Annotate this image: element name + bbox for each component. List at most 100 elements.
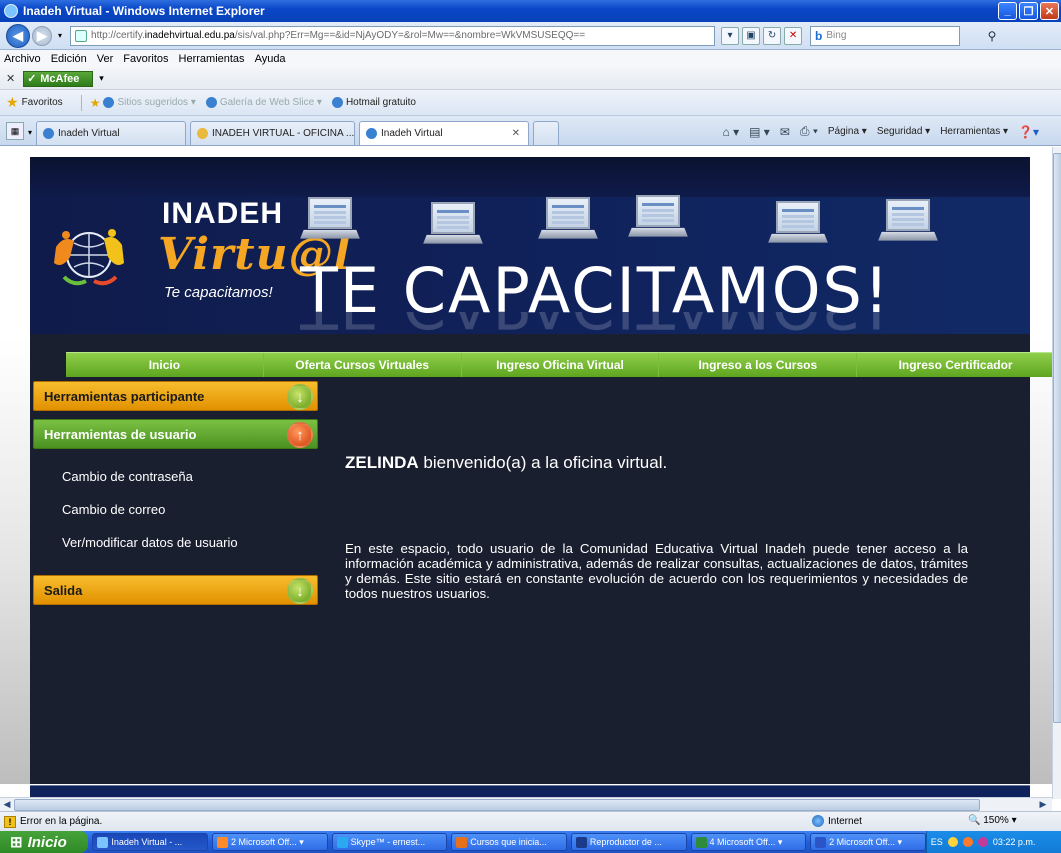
tools-menu[interactable]: Herramientas ▾ xyxy=(940,126,1008,137)
tray-icon[interactable] xyxy=(962,837,973,847)
favorites-button[interactable]: Favoritos xyxy=(22,97,63,108)
horizontal-scrollbar[interactable]: ◀ ▶ xyxy=(0,797,1052,811)
banner-sky xyxy=(30,157,1030,197)
windows-taskbar: ⊞ Inicio Inadeh Virtual - ... 2 Microsof… xyxy=(0,831,1061,853)
vertical-scroll-thumb[interactable] xyxy=(1053,153,1061,723)
tab-label: Inadeh Virtual xyxy=(58,128,120,139)
sidebar-herramientas-participante[interactable]: Herramientas participante ↓ xyxy=(33,381,318,411)
security-zone: Internet xyxy=(812,815,862,827)
nav-ingreso-cursos[interactable]: Ingreso a los Cursos xyxy=(659,353,858,377)
warning-icon[interactable]: ! xyxy=(4,815,16,828)
tab-oficina[interactable]: INADEH VIRTUAL - OFICINA ... xyxy=(190,121,356,145)
stop-icon[interactable]: ✕ xyxy=(784,26,803,45)
nav-inicio[interactable]: Inicio xyxy=(66,353,264,377)
compatibility-icon[interactable]: ▣ xyxy=(742,26,761,45)
menu-ayuda[interactable]: Ayuda xyxy=(255,53,286,65)
language-indicator[interactable]: ES xyxy=(931,837,943,847)
fav-item-webslice[interactable]: Galería de Web Slice ▾ xyxy=(205,97,322,108)
banner-slogan-reflection: TE CAPACITAMOS! xyxy=(300,312,891,334)
tab-list-dropdown-icon[interactable]: ▾ xyxy=(28,128,32,137)
link-cambio-contrasena[interactable]: Cambio de contraseña xyxy=(62,469,193,484)
horizontal-scroll-thumb[interactable] xyxy=(14,799,980,811)
tab-inadeh-virtual-active[interactable]: Inadeh Virtual ✕ xyxy=(359,121,530,145)
link-cambio-correo[interactable]: Cambio de correo xyxy=(62,502,165,517)
refresh-icon[interactable]: ↻ xyxy=(763,26,782,45)
task-label: 2 Microsoft Off... ▾ xyxy=(230,836,304,847)
media-player-icon xyxy=(575,836,587,848)
menu-edicion[interactable]: Edición xyxy=(51,53,87,65)
fav-item-hotmail[interactable]: Hotmail gratuito xyxy=(331,97,416,108)
page-menu[interactable]: Página ▾ xyxy=(828,126,867,137)
taskbar-item-office-1[interactable]: 2 Microsoft Off... ▾ xyxy=(211,833,328,851)
toolbar-close-icon[interactable]: ✕ xyxy=(6,72,15,85)
favorites-bar: ★ Favoritos ★ Sitios sugeridos ▾ Galería… xyxy=(0,90,1061,116)
menu-favoritos[interactable]: Favoritos xyxy=(123,53,168,65)
url-dropdown-icon[interactable]: ▾ xyxy=(721,26,740,45)
window-titlebar: Inadeh Virtual - Windows Internet Explor… xyxy=(0,0,1061,22)
new-tab-button[interactable] xyxy=(533,121,560,145)
taskbar-item-ie[interactable]: Inadeh Virtual - ... xyxy=(92,833,208,851)
nav-oficina-virtual[interactable]: Ingreso Oficina Virtual xyxy=(462,353,660,377)
site-top-nav: Inicio Oferta Cursos Virtuales Ingreso O… xyxy=(66,352,1054,377)
tab-close-icon[interactable]: ✕ xyxy=(512,128,520,139)
zoom-control[interactable]: 🔍 150% ▾ xyxy=(968,815,1017,826)
favorites-separator xyxy=(80,94,82,111)
search-icon[interactable]: ⚲ xyxy=(982,26,1002,46)
mcafee-button[interactable]: McAfee xyxy=(23,70,94,87)
nav-certificador[interactable]: Ingreso Certificador xyxy=(857,353,1054,377)
clock[interactable]: 03:22 p.m. xyxy=(993,837,1036,847)
tray-icon[interactable] xyxy=(977,837,988,847)
forward-button[interactable]: ▶ xyxy=(32,25,52,46)
laptop-image xyxy=(768,201,828,247)
start-button[interactable]: ⊞ Inicio xyxy=(0,831,89,853)
fav-item-sugeridos[interactable]: Sitios sugeridos ▾ xyxy=(103,97,196,108)
back-button[interactable]: ◀ xyxy=(6,23,30,48)
link-datos-usuario[interactable]: Ver/modificar datos de usuario xyxy=(62,535,238,550)
menu-ver[interactable]: Ver xyxy=(97,53,114,65)
user-name: ZELINDA xyxy=(345,453,419,472)
firefox-icon xyxy=(456,836,468,848)
vertical-scrollbar[interactable] xyxy=(1052,147,1061,799)
history-dropdown-icon[interactable]: ▾ xyxy=(58,31,62,40)
laptop-image xyxy=(878,199,938,245)
status-text[interactable]: Error en la página. xyxy=(20,816,102,827)
taskbar-item-skype[interactable]: Skype™ - ernest... xyxy=(331,833,448,851)
scroll-right-icon[interactable]: ▶ xyxy=(1036,798,1050,811)
search-input[interactable]: b Bing xyxy=(810,25,961,46)
tab-inadeh-virtual-1[interactable]: Inadeh Virtual xyxy=(36,121,187,145)
nav-oferta-cursos[interactable]: Oferta Cursos Virtuales xyxy=(264,353,462,377)
task-label: Inadeh Virtual - ... xyxy=(111,837,183,847)
home-icon[interactable]: ⌂ ▾ xyxy=(723,125,740,139)
url-domain: inadehvirtual.edu.pa xyxy=(144,30,235,41)
task-label: Skype™ - ernest... xyxy=(350,837,426,847)
maximize-button[interactable]: ❐ xyxy=(1019,2,1038,20)
page-icon xyxy=(75,29,88,42)
system-tray: ES 03:22 p.m. xyxy=(925,831,1061,853)
welcome-message: ZELINDA bienvenido(a) a la oficina virtu… xyxy=(345,453,667,473)
intro-paragraph: En este espacio, todo usuario de la Comu… xyxy=(345,541,968,601)
mcafee-dropdown-icon[interactable]: ▾ xyxy=(99,73,104,84)
taskbar-item-office-3[interactable]: 2 Microsoft Off... ▾ xyxy=(810,833,926,851)
minimize-button[interactable]: _ xyxy=(998,2,1017,20)
sidebar-salida[interactable]: Salida ↓ xyxy=(33,575,318,605)
menu-archivo[interactable]: Archivo xyxy=(4,53,41,65)
taskbar-item-firefox[interactable]: Cursos que inicia... xyxy=(451,833,567,851)
print-icon[interactable]: ⎙ ▾ xyxy=(800,124,818,139)
sidebar-herramientas-usuario[interactable]: Herramientas de usuario ↑ xyxy=(33,419,318,449)
scroll-left-icon[interactable]: ◀ xyxy=(0,798,14,811)
tray-icon[interactable] xyxy=(947,837,958,847)
url-field[interactable]: http://certify. inadehvirtual.edu.pa/sis/… xyxy=(70,25,716,46)
taskbar-item-media-player[interactable]: Reproductor de ... xyxy=(570,833,687,851)
help-icon[interactable]: ❓▾ xyxy=(1018,125,1039,139)
taskbar-item-office-2[interactable]: 4 Microsoft Off... ▾ xyxy=(690,833,807,851)
security-menu[interactable]: Seguridad ▾ xyxy=(877,126,930,137)
add-favorite-icon[interactable]: ★ xyxy=(90,96,101,110)
close-button[interactable]: ✕ xyxy=(1040,2,1059,20)
mail-icon[interactable]: ✉ xyxy=(780,125,790,139)
quick-tabs-icon[interactable]: ▦ xyxy=(6,122,24,140)
favorites-star-icon[interactable]: ★ xyxy=(6,94,19,111)
inadeh-logo-icon xyxy=(54,229,124,286)
menu-herramientas[interactable]: Herramientas xyxy=(179,53,245,65)
feeds-icon[interactable]: ▤ ▾ xyxy=(749,125,770,139)
internet-globe-icon xyxy=(812,815,824,827)
